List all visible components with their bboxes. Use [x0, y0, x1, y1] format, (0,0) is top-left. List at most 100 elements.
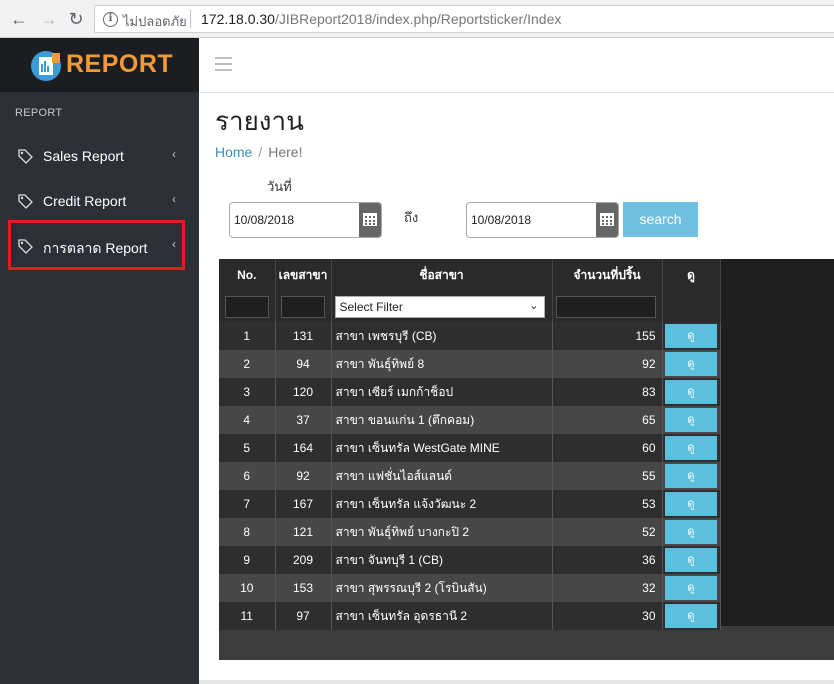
calendar-icon[interactable]	[359, 203, 381, 237]
url-text[interactable]: 172.18.0.30/JIBReport2018/index.php/Repo…	[201, 11, 561, 27]
cell-count: 52	[552, 518, 663, 546]
breadcrumb-current: Here!	[268, 144, 303, 160]
back-arrow-icon[interactable]: ←	[8, 8, 30, 30]
info-icon[interactable]: i	[103, 12, 118, 27]
filter-cell: Select Filter ⌄	[331, 291, 553, 322]
cell-name: สาขา ขอนแก่น 1 (ตึกคอม)	[331, 406, 553, 434]
view-button[interactable]: ดู	[665, 380, 717, 404]
cell-view: ดู	[662, 434, 721, 462]
filter-code-input[interactable]	[281, 295, 325, 318]
sidebar-item-sales-report[interactable]: Sales Report ‹	[0, 135, 199, 179]
cell-code: 94	[275, 350, 332, 378]
menu-icon[interactable]	[215, 57, 232, 71]
cell-name: สาขา เซ็นทรัล อุดรธานี 2	[331, 602, 553, 630]
cell-code: 97	[275, 602, 332, 630]
cell-view: ดู	[662, 406, 721, 434]
cell-view: ดู	[662, 490, 721, 518]
cell-name: สาขา สุพรรณบุรี 2 (โรบินสัน)	[331, 574, 553, 602]
sidebar-item-label: Sales Report	[43, 148, 124, 164]
cell-name: สาขา เพชรบุรี (CB)	[331, 322, 553, 350]
date-from-value: 10/08/2018	[234, 213, 295, 227]
cell-code: 120	[275, 378, 332, 406]
cell-count: 55	[552, 462, 663, 490]
url-separator	[190, 10, 191, 28]
column-header-code[interactable]: เลขสาขา	[275, 259, 332, 291]
filter-name-select[interactable]: Select Filter ⌄	[334, 295, 545, 318]
cell-view: ดู	[662, 462, 721, 490]
filter-select-label: Select Filter	[339, 299, 403, 314]
view-button[interactable]: ดู	[665, 520, 717, 544]
cell-code: 209	[275, 546, 332, 574]
cell-count: 36	[552, 546, 663, 574]
cell-view: ดู	[662, 546, 721, 574]
breadcrumb-home-link[interactable]: Home	[215, 144, 252, 160]
date-label: วันที่	[267, 179, 292, 194]
cell-name: สาขา พันธุ์ทิพย์ 8	[331, 350, 553, 378]
table-row: 5 164 สาขา เซ็นทรัล WestGate MINE 60 ดู	[219, 434, 721, 462]
breadcrumb: Home / Here!	[215, 144, 302, 160]
cell-no: 11	[219, 602, 276, 630]
table-row: 10 153 สาขา สุพรรณบุรี 2 (โรบินสัน) 32 ดู	[219, 574, 721, 602]
view-button[interactable]: ดู	[665, 464, 717, 488]
table-row: 9 209 สาขา จันทบุรี 1 (CB) 36 ดู	[219, 546, 721, 574]
cell-count: 30	[552, 602, 663, 630]
view-button[interactable]: ดู	[665, 408, 717, 432]
cell-code: 92	[275, 462, 332, 490]
sidebar-item-label: Credit Report	[43, 193, 127, 209]
view-button[interactable]: ดู	[665, 548, 717, 572]
address-bar[interactable]: i ไม่ปลอดภัย 172.18.0.30/JIBReport2018/i…	[94, 5, 834, 33]
date-from-input[interactable]: 10/08/2018	[229, 202, 382, 238]
table-row: 7 167 สาขา เซ็นทรัล แจ้งวัฒนะ 2 53 ดู	[219, 490, 721, 518]
filter-no-input[interactable]	[224, 295, 269, 318]
cell-code: 121	[275, 518, 332, 546]
view-button[interactable]: ดู	[665, 324, 717, 348]
date-to-input[interactable]: 10/08/2018	[466, 202, 619, 238]
table-row: 1 131 สาขา เพชรบุรี (CB) 155 ดู	[219, 322, 721, 350]
column-header-view[interactable]: ดู	[662, 259, 721, 291]
cell-name: สาขา เซ็นทรัล แจ้งวัฒนะ 2	[331, 490, 553, 518]
cell-code: 153	[275, 574, 332, 602]
view-button[interactable]: ดู	[665, 492, 717, 516]
view-button[interactable]: ดู	[665, 436, 717, 460]
sidebar-item-credit-report[interactable]: Credit Report ‹	[0, 180, 199, 224]
cell-count: 155	[552, 322, 663, 350]
to-label: ถึง	[404, 210, 419, 225]
reload-icon[interactable]: ↻	[65, 8, 87, 30]
page-footer-line	[199, 680, 834, 684]
top-bar	[199, 38, 834, 93]
logo-bar[interactable]: REPORT	[0, 38, 199, 92]
column-header-count[interactable]: จำนวนที่ปริ้น	[552, 259, 663, 291]
cell-count: 92	[552, 350, 663, 378]
column-header-no[interactable]: No.	[219, 259, 276, 291]
cell-no: 9	[219, 546, 276, 574]
column-header-name[interactable]: ชื่อสาขา	[331, 259, 553, 291]
cell-count: 65	[552, 406, 663, 434]
view-button[interactable]: ดู	[665, 604, 717, 628]
cell-no: 10	[219, 574, 276, 602]
filter-count-input[interactable]	[555, 295, 656, 318]
url-path: /JIBReport2018/index.php/Reportsticker/I…	[274, 11, 562, 27]
cell-no: 4	[219, 406, 276, 434]
cell-no: 8	[219, 518, 276, 546]
cell-no: 1	[219, 322, 276, 350]
filter-cell	[662, 291, 721, 322]
view-button[interactable]: ดู	[665, 352, 717, 376]
view-button[interactable]: ดู	[665, 576, 717, 600]
cell-view: ดู	[662, 574, 721, 602]
report-logo-icon	[31, 51, 61, 81]
breadcrumb-separator: /	[258, 144, 263, 160]
forward-arrow-icon[interactable]: →	[38, 8, 60, 30]
cell-name: สาขา เซ็นทรัล WestGate MINE	[331, 434, 553, 462]
calendar-icon[interactable]	[596, 203, 618, 237]
url-host: 172.18.0.30	[201, 11, 275, 27]
browser-toolbar: ← → ↻ i ไม่ปลอดภัย 172.18.0.30/JIBReport…	[0, 0, 834, 38]
cell-view: ดู	[662, 350, 721, 378]
page-title: รายงาน	[215, 107, 304, 137]
chevron-left-icon: ‹	[172, 147, 176, 161]
search-button[interactable]: search	[623, 202, 698, 237]
security-label: ไม่ปลอดภัย	[123, 14, 187, 29]
sidebar: REPORT REPORT Sales Report ‹ Credit Repo…	[0, 38, 199, 684]
cell-no: 2	[219, 350, 276, 378]
table-row: 6 92 สาขา แฟชั่นไอส์แลนด์ 55 ดู	[219, 462, 721, 490]
table-body: 1 131 สาขา เพชรบุรี (CB) 155 ดู 2 94 สาขา พันธุ…	[219, 322, 721, 630]
